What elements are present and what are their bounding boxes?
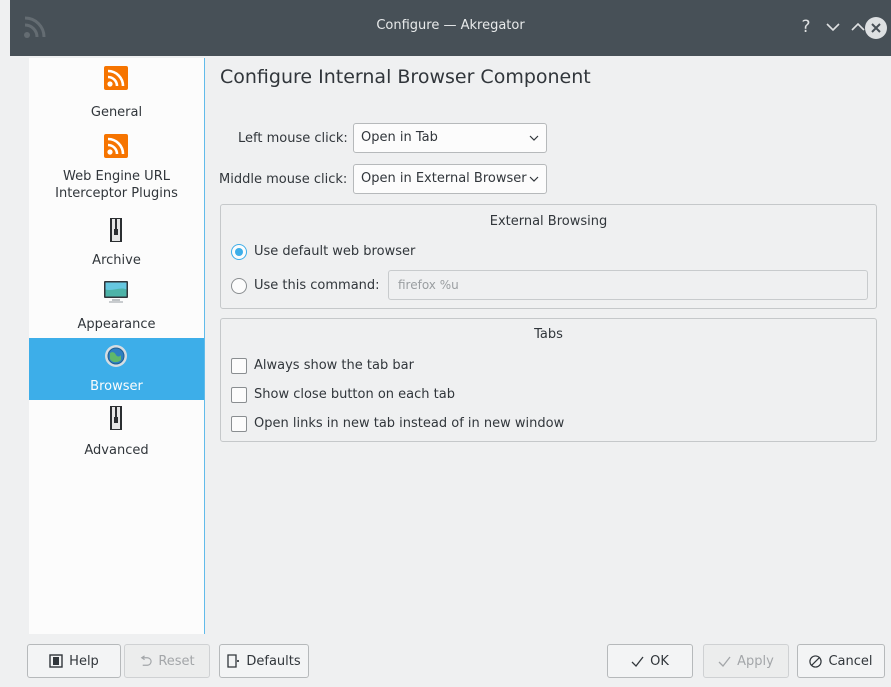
help-button[interactable]: Help [27, 644, 121, 678]
window-title: Configure — Akregator [376, 18, 525, 33]
custom-command-radio[interactable] [231, 278, 247, 294]
sidebar-item-label: Appearance [77, 317, 156, 332]
apply-button-label: Apply [737, 653, 774, 669]
checkmark-icon [718, 656, 731, 667]
chevron-down-icon [529, 135, 539, 141]
reset-button[interactable]: Reset [124, 644, 210, 678]
monitor-icon [104, 281, 128, 303]
apply-button[interactable]: Apply [703, 644, 789, 678]
defaults-button[interactable]: Defaults [219, 644, 309, 678]
external-browsing-group: External Browsing Use default web browse… [220, 204, 877, 309]
group-title: External Browsing [489, 214, 608, 229]
archive-icon [110, 218, 122, 242]
sidebar-item-archive[interactable]: Archive [29, 216, 204, 270]
sidebar-item-general[interactable]: General [29, 58, 204, 124]
archive-icon [110, 406, 122, 430]
open-links-new-tab-checkbox[interactable] [231, 416, 247, 432]
help-book-icon [49, 654, 63, 668]
globe-gear-icon [105, 345, 127, 367]
cancel-button-label: Cancel [828, 653, 873, 669]
rss-feed-icon [104, 134, 128, 158]
middle-click-value: Open in External Browser [361, 171, 527, 186]
sidebar-item-label: Advanced [84, 443, 149, 458]
sidebar-item-appearance[interactable]: Appearance [29, 276, 204, 334]
ok-button[interactable]: OK [607, 644, 693, 678]
tabs-group: Tabs Always show the tab bar Show close … [220, 318, 877, 442]
left-click-select[interactable]: Open in Tab [353, 123, 547, 153]
reset-button-label: Reset [158, 653, 195, 669]
sidebar: General Web Engine URL Interceptor Plugi… [29, 58, 204, 634]
checkmark-icon [631, 656, 644, 667]
cancel-button[interactable]: Cancel [797, 644, 885, 678]
rss-feed-icon [104, 66, 128, 90]
sidebar-item-label: Browser [90, 379, 143, 394]
command-input[interactable]: firefox %u [388, 270, 868, 300]
help-question-icon[interactable]: ? [793, 14, 819, 40]
always-show-tab-bar-checkbox[interactable] [231, 358, 247, 374]
group-title: Tabs [534, 327, 563, 342]
dialog-body: General Web Engine URL Interceptor Plugi… [10, 56, 891, 687]
checkbox-label[interactable]: Show close button on each tab [254, 387, 455, 402]
close-icon [871, 23, 881, 33]
chevron-down-icon [529, 176, 539, 182]
sidebar-item-advanced[interactable]: Advanced [29, 404, 204, 462]
cancel-circle-icon [809, 654, 823, 668]
custom-command-label[interactable]: Use this command: [254, 278, 380, 293]
page-title: Configure Internal Browser Component [220, 66, 591, 88]
sidebar-divider [204, 58, 205, 634]
default-browser-label[interactable]: Use default web browser [254, 244, 415, 259]
sidebar-item-label: Archive [92, 253, 141, 268]
close-window-button[interactable] [865, 17, 887, 39]
help-button-label: Help [69, 653, 99, 669]
sidebar-item-label: Web Engine URL Interceptor Plugins [55, 169, 178, 201]
middle-click-label: Middle mouse click: [219, 172, 348, 187]
left-click-label: Left mouse click: [238, 131, 348, 146]
show-close-button-checkbox[interactable] [231, 387, 247, 403]
default-browser-radio[interactable] [231, 244, 247, 260]
title-bar: Configure — Akregator ? [10, 0, 891, 56]
undo-icon [141, 654, 152, 666]
document-defaults-icon [227, 654, 240, 668]
checkbox-label[interactable]: Open links in new tab instead of in new … [254, 416, 564, 431]
ok-button-label: OK [650, 653, 669, 669]
sidebar-item-web-engine-url-interceptor[interactable]: Web Engine URL Interceptor Plugins [29, 128, 204, 212]
middle-click-select[interactable]: Open in External Browser [353, 164, 547, 194]
minimize-chevron-down-icon[interactable] [820, 14, 846, 40]
checkbox-label[interactable]: Always show the tab bar [254, 358, 414, 373]
defaults-button-label: Defaults [246, 653, 301, 669]
sidebar-item-browser[interactable]: Browser [29, 338, 204, 400]
sidebar-item-label: General [90, 105, 143, 120]
left-click-value: Open in Tab [361, 130, 438, 145]
